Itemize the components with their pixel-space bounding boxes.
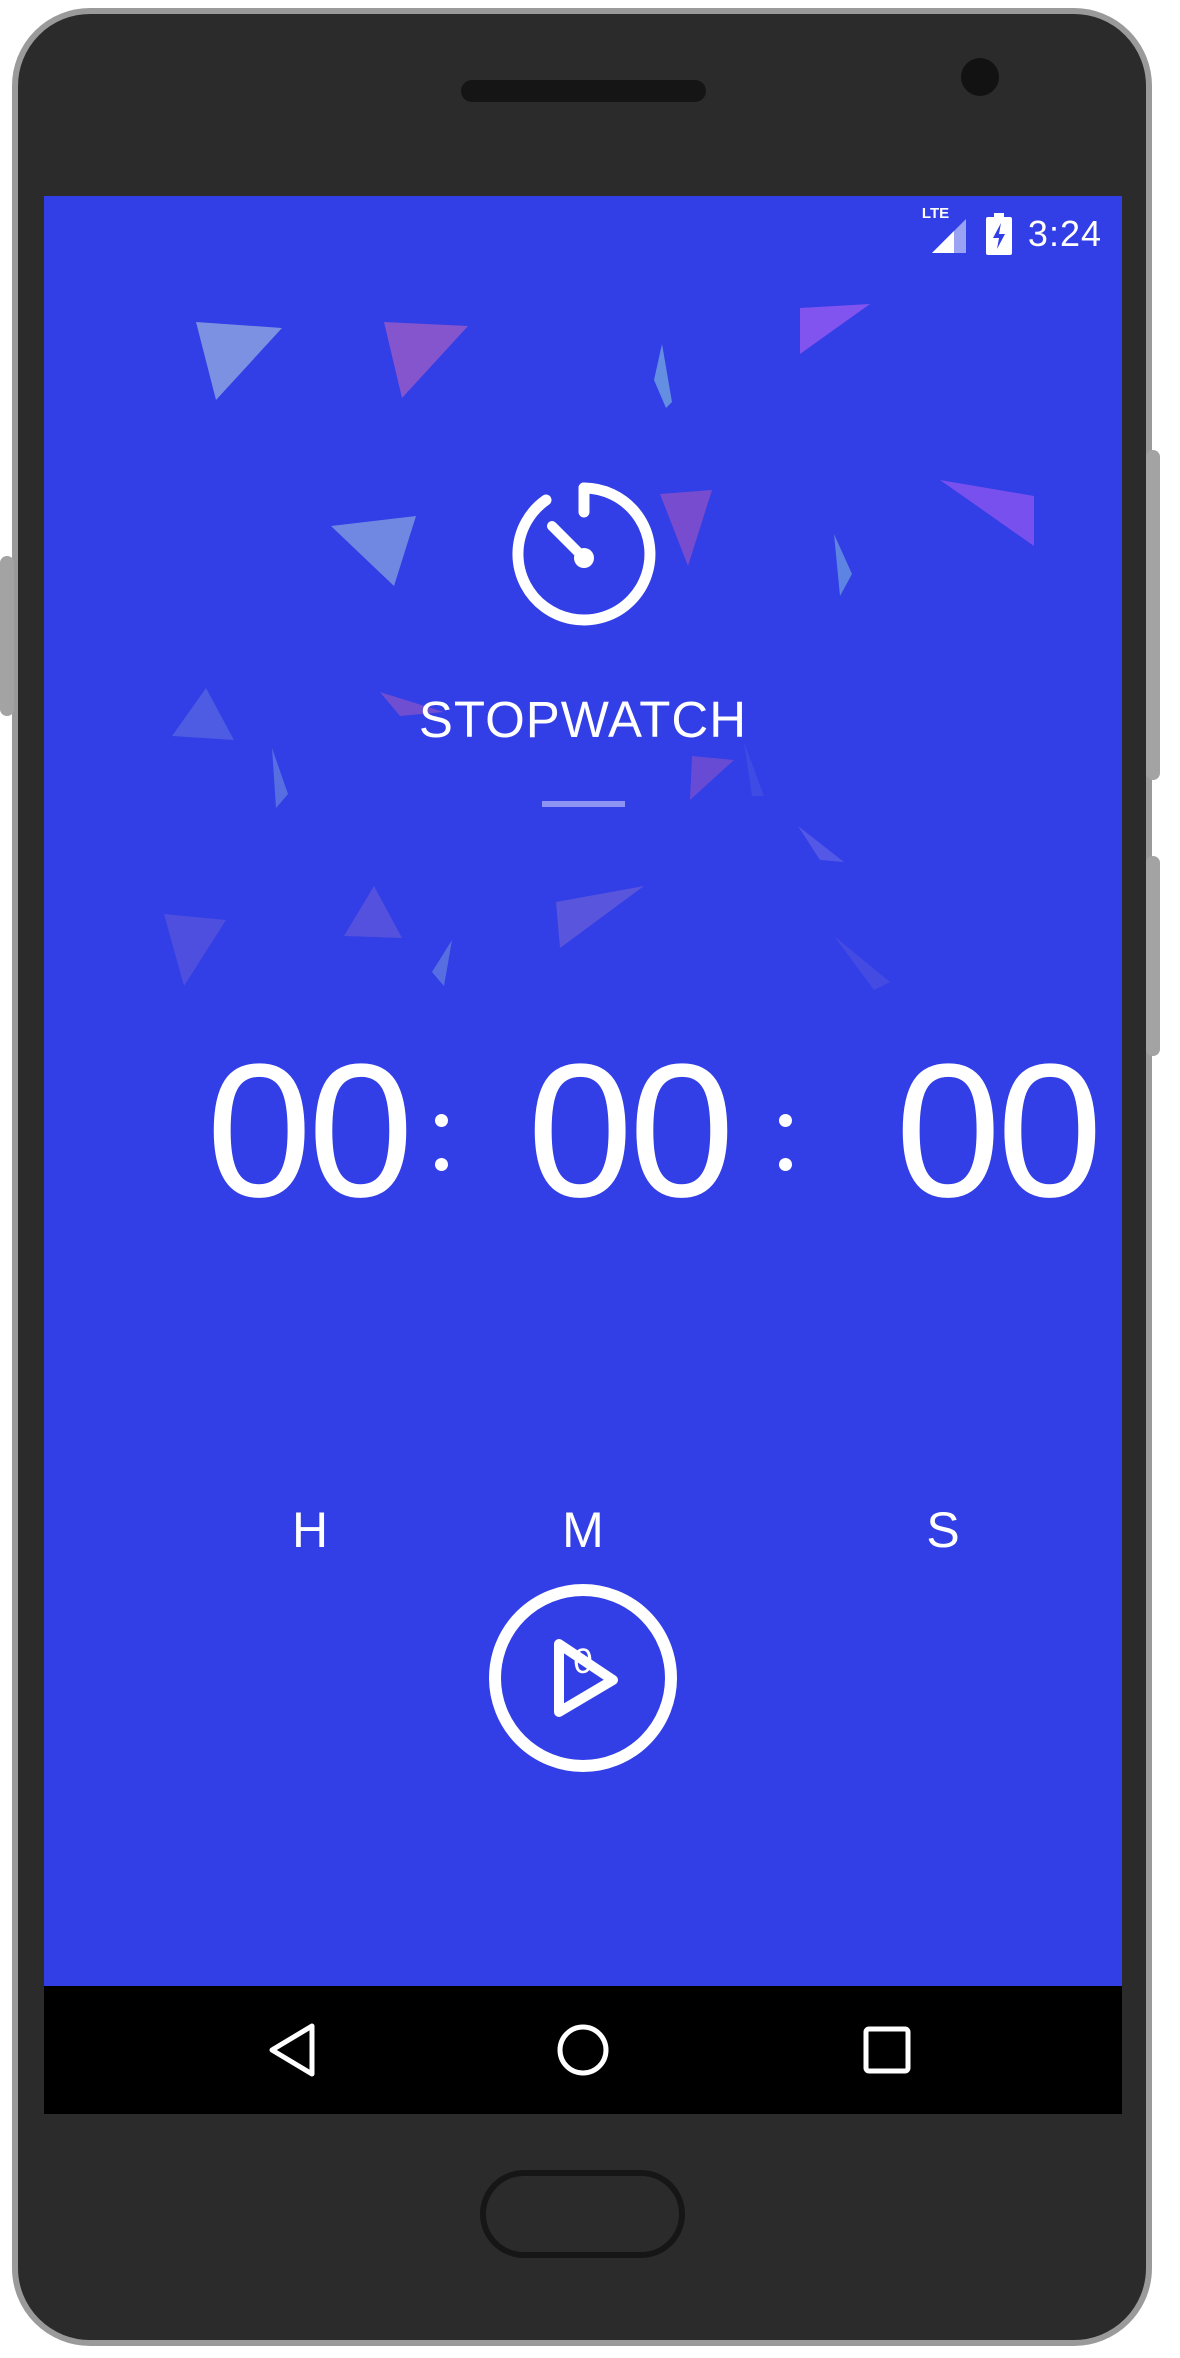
stopwatch-icon xyxy=(512,482,656,626)
side-key xyxy=(1146,856,1160,1056)
minutes-value: 00 xyxy=(527,1025,734,1237)
status-time: 3:24 xyxy=(1027,213,1102,254)
recents-icon[interactable] xyxy=(851,2014,923,2086)
page-title: STOPWATCH xyxy=(418,691,748,748)
status-bar: LTE 3:24 xyxy=(922,205,1102,262)
home-icon[interactable] xyxy=(547,2014,619,2086)
back-icon[interactable] xyxy=(258,2014,330,2086)
play-icon xyxy=(554,1639,618,1717)
lte-signal-icon: LTE xyxy=(922,205,970,257)
stopwatch-screen: LTE 3:24 STOPWATCH 00 00 00 H M S 0 xyxy=(44,196,1122,1986)
play-button[interactable] xyxy=(487,1582,679,1774)
seconds-label: S xyxy=(926,1502,960,1558)
front-camera xyxy=(961,58,999,96)
title-divider xyxy=(542,801,625,807)
seconds-value: 00 xyxy=(895,1025,1102,1237)
minutes-label: M xyxy=(562,1502,604,1558)
network-type: LTE xyxy=(921,205,950,222)
colon-separator xyxy=(422,1114,462,1184)
power-button xyxy=(1146,450,1160,780)
battery-charging-icon xyxy=(985,213,1012,255)
hours-value: 00 xyxy=(206,1025,413,1237)
hours-label: H xyxy=(291,1502,329,1558)
volume-button xyxy=(0,556,14,716)
navigation-bar xyxy=(44,1986,1122,2114)
hardware-home-key[interactable] xyxy=(480,2170,685,2258)
colon-separator xyxy=(766,1114,806,1184)
screen: LTE 3:24 STOPWATCH 00 00 00 H M S 0 xyxy=(44,196,1122,2114)
earpiece-speaker xyxy=(461,80,706,102)
